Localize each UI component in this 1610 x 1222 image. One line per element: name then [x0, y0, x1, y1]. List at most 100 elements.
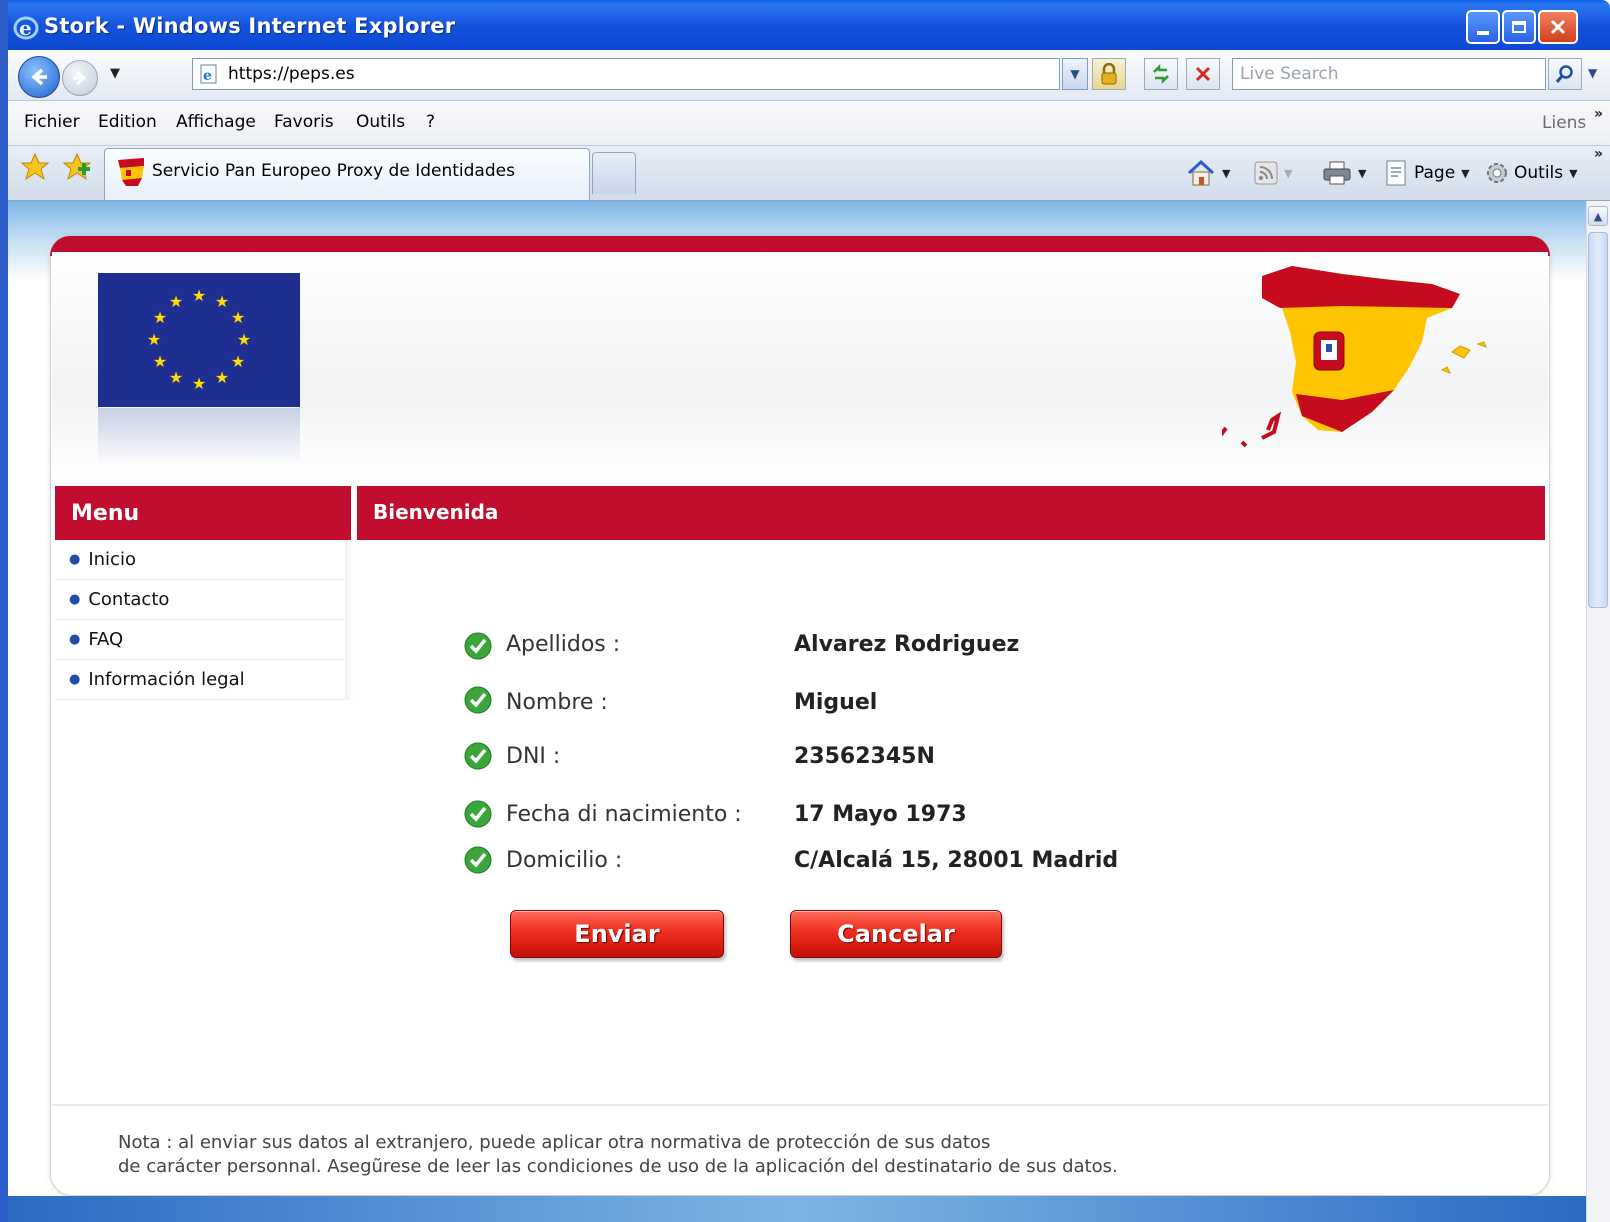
menu-favoris[interactable]: Favoris: [274, 112, 334, 132]
eu-flag-logo: ★ ★ ★ ★ ★ ★ ★ ★ ★ ★ ★ ★: [98, 273, 300, 407]
new-tab-button[interactable]: [592, 152, 636, 194]
menu-help[interactable]: ?: [426, 112, 435, 132]
eu-stars-icon: ★ ★★ ★★★ ★★★ ★★★: [147, 286, 251, 393]
check-icon: [464, 846, 492, 874]
home-dropdown-icon[interactable]: ▼: [1222, 167, 1230, 180]
field-label-fecha-nacimiento: Fecha di nacimiento :: [506, 802, 742, 827]
page-menu-label[interactable]: Page: [1414, 163, 1455, 183]
close-button[interactable]: [1538, 10, 1578, 44]
stop-button[interactable]: [1186, 58, 1220, 90]
field-label-nombre: Nombre :: [506, 690, 608, 715]
menu-item-label[interactable]: Contacto: [88, 589, 169, 610]
links-chevron-icon[interactable]: »: [1594, 106, 1603, 122]
field-label-domicilio: Domicilio :: [506, 848, 623, 873]
svg-text:★: ★: [192, 374, 206, 393]
bullet-icon: ●: [69, 672, 81, 687]
feeds-button[interactable]: ▼: [1254, 156, 1292, 190]
address-dropdown-button[interactable]: ▼: [1062, 58, 1088, 90]
recent-pages-dropdown[interactable]: ▼: [110, 66, 120, 81]
svg-text:e: e: [203, 68, 212, 84]
menu-item-label[interactable]: Información legal: [88, 669, 244, 690]
field-value-nombre: Miguel: [794, 690, 878, 715]
search-button[interactable]: [1548, 58, 1582, 90]
minimize-icon: [1477, 31, 1489, 35]
security-lock-button[interactable]: [1092, 58, 1126, 90]
menu-outils[interactable]: Outils: [356, 112, 405, 132]
svg-text:★: ★: [215, 368, 229, 387]
svg-text:★: ★: [147, 330, 161, 349]
menu-item-faq[interactable]: ● FAQ: [55, 620, 351, 660]
field-label-apellidos: Apellidos :: [506, 632, 621, 657]
scroll-thumb[interactable]: [1588, 232, 1608, 608]
menu-fichier[interactable]: Fichier: [24, 112, 80, 132]
refresh-icon: [1153, 64, 1169, 84]
menu-header: Menu: [55, 486, 351, 540]
menu-affichage[interactable]: Affichage: [176, 112, 256, 132]
field-value-dni: 23562345N: [794, 744, 935, 769]
forward-arrow-icon: [73, 70, 87, 86]
refresh-button[interactable]: [1144, 58, 1178, 90]
ie-logo-icon: e: [13, 16, 39, 40]
spain-map-logo: [1222, 266, 1487, 448]
close-icon: [1550, 19, 1566, 35]
svg-text:★: ★: [231, 308, 245, 327]
svg-text:★: ★: [192, 286, 206, 305]
privacy-note-line-2: de carácter personnal. Asegũrese de leer…: [118, 1156, 1118, 1177]
eu-flag-reflection: [98, 408, 300, 464]
favorites-star-icon[interactable]: [20, 152, 50, 182]
menu-edition[interactable]: Edition: [98, 112, 157, 132]
menu-item-label[interactable]: FAQ: [88, 629, 123, 650]
menu-item-contacto[interactable]: ● Contacto: [55, 580, 351, 620]
tools-gear-icon: [1487, 163, 1507, 183]
search-icon: [1555, 65, 1573, 83]
page-dropdown-icon[interactable]: ▼: [1461, 167, 1469, 180]
search-options-dropdown[interactable]: ▼: [1588, 66, 1597, 80]
privacy-note-line-1: Nota : al enviar sus datos al extranjero…: [118, 1132, 991, 1153]
svg-text:★: ★: [153, 352, 167, 371]
footer-divider: [52, 1104, 1548, 1106]
back-button[interactable]: [18, 56, 60, 98]
feeds-dropdown-icon[interactable]: ▼: [1284, 167, 1292, 180]
menu-item-informacion-legal[interactable]: ● Información legal: [55, 660, 351, 700]
address-url[interactable]: https://peps.es: [228, 64, 355, 84]
print-icon: [1323, 161, 1351, 185]
page-menu-button[interactable]: Page ▼: [1384, 156, 1470, 190]
svg-text:★: ★: [169, 292, 183, 311]
scroll-up-button[interactable]: ▲: [1588, 206, 1608, 226]
links-toolbar-label[interactable]: Liens: [1542, 113, 1586, 133]
svg-text:★: ★: [169, 368, 183, 387]
field-value-apellidos: Alvarez Rodriguez: [794, 632, 1020, 657]
svg-text:★: ★: [231, 352, 245, 371]
menu-shadow: [345, 540, 353, 700]
command-chevron-icon[interactable]: »: [1594, 146, 1603, 162]
minimize-button[interactable]: [1466, 10, 1500, 44]
page-menu-icon: [1386, 160, 1406, 186]
tab-title[interactable]: Servicio Pan Europeo Proxy de Identidade…: [152, 161, 515, 181]
forward-button[interactable]: [62, 60, 98, 96]
add-favorite-icon[interactable]: [62, 152, 92, 182]
spain-flag-icon: [118, 158, 144, 186]
cancel-button[interactable]: Cancelar: [790, 910, 1002, 958]
rss-icon: [1254, 161, 1278, 185]
print-button[interactable]: ▼: [1322, 156, 1366, 190]
field-value-domicilio: C/Alcalá 15, 28001 Madrid: [794, 848, 1119, 873]
svg-text:★: ★: [153, 308, 167, 327]
search-placeholder: Live Search: [1240, 64, 1339, 84]
menu-item-inicio[interactable]: ● Inicio: [55, 540, 351, 580]
check-icon: [464, 686, 492, 714]
field-label-dni: DNI :: [506, 744, 561, 769]
menu-item-label[interactable]: Inicio: [88, 549, 136, 570]
tools-menu-button[interactable]: Outils ▼: [1484, 156, 1578, 190]
bullet-icon: ●: [69, 592, 81, 607]
tools-menu-label[interactable]: Outils: [1514, 163, 1563, 183]
tools-dropdown-icon[interactable]: ▼: [1569, 167, 1577, 180]
bullet-icon: ●: [69, 552, 81, 567]
section-header: Bienvenida: [357, 486, 1545, 540]
maximize-button[interactable]: [1502, 10, 1536, 44]
print-dropdown-icon[interactable]: ▼: [1358, 167, 1366, 180]
page-icon: e: [200, 64, 217, 84]
check-icon: [464, 800, 492, 828]
field-value-fecha-nacimiento: 17 Mayo 1973: [794, 802, 967, 827]
home-button[interactable]: ▼: [1186, 156, 1230, 190]
submit-button[interactable]: Enviar: [510, 910, 724, 958]
